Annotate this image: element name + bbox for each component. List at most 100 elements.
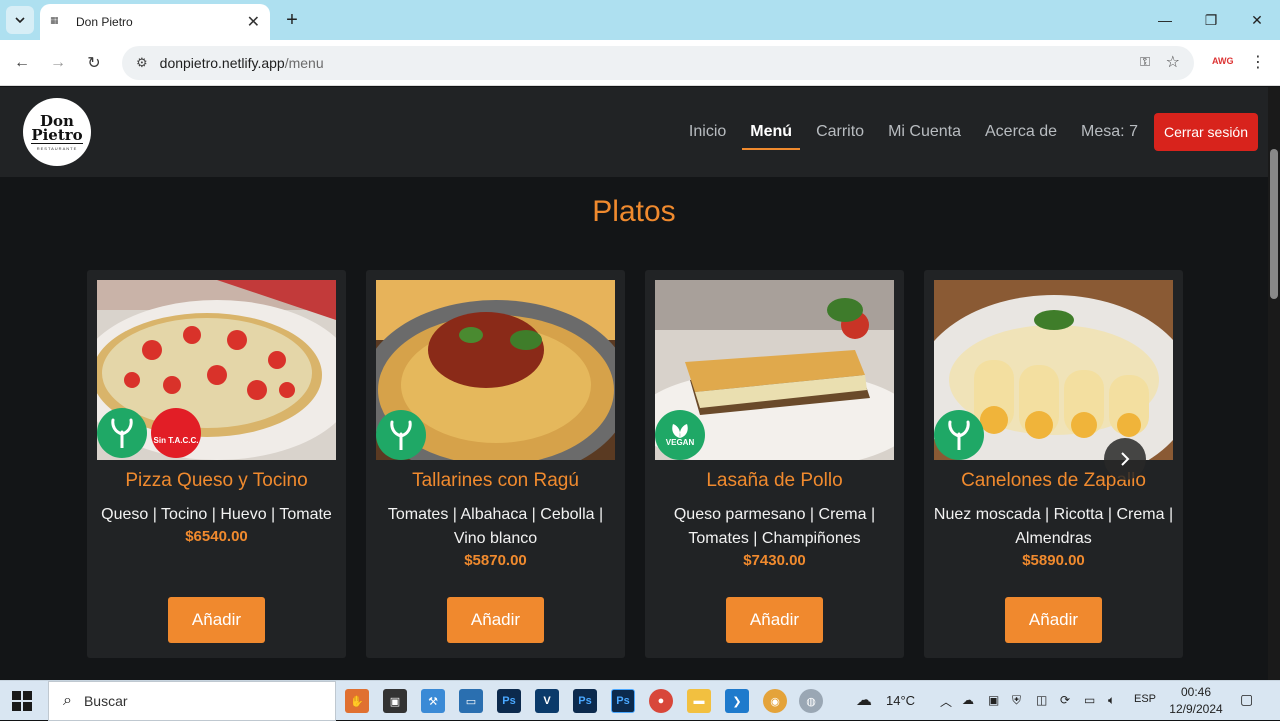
photoshop-icon-3[interactable]: Ps [611,689,635,713]
update-icon[interactable]: ⟳ [1060,693,1070,707]
app-icon-v[interactable]: V [535,689,559,713]
table-number: Mesa: 7 [1081,123,1138,140]
taskbar-clock[interactable]: 00:46 12/9/2024 [1168,684,1224,718]
site-info-icon[interactable]: ⚙ [136,55,148,71]
minimize-button[interactable]: — [1142,0,1188,40]
site-logo[interactable]: Don Pietro RESTAURANTE [23,98,91,166]
add-to-cart-button[interactable]: Añadir [1005,597,1102,643]
main-nav: Inicio Menú Carrito Mi Cuenta Acerca de … [677,87,1258,177]
app-icon-computer[interactable]: ▭ [459,689,483,713]
cloud-icon[interactable]: ☁ [962,693,974,707]
add-to-cart-button[interactable]: Añadir [726,597,823,643]
password-key-icon[interactable]: ⚿ [1140,54,1150,70]
windows-taskbar: ⌕ Buscar ✋ ▣ ⚒ ▭ Ps V Ps Ps ● ▬ ❯ ◉ ◍ ☁ … [0,680,1280,721]
clock-time: 00:46 [1180,685,1212,699]
close-tab-icon[interactable]: ✕ [247,12,260,32]
add-to-cart-button[interactable]: Añadir [168,597,265,643]
close-window-button[interactable]: ✕ [1234,0,1280,40]
search-icon: ⌕ [63,692,72,709]
dish-image-canelones [934,280,1173,460]
bookmark-star-icon[interactable]: ☆ [1166,52,1180,72]
dish-ingredients: Queso | Tocino | Huevo | Tomate $6540.00 [87,503,346,547]
clock-date: 12/9/2024 [1169,702,1223,716]
nav-mi-cuenta[interactable]: Mi Cuenta [888,123,961,141]
vegetarian-icon [934,410,984,460]
dish-image-pizza: Sin T.A.C.C. [97,280,336,460]
meet-icon[interactable]: ◫ [1036,693,1047,707]
photoshop-icon-2[interactable]: Ps [573,689,597,713]
dish-card: VEGAN Lasaña de Pollo Queso parmesano | … [645,270,904,658]
tab-search-button[interactable] [6,6,34,34]
url-host: donpietro.netlify.app [159,55,285,71]
browser-menu-icon[interactable]: ⋮ [1250,52,1266,72]
tray-chevron-icon[interactable]: ︿ [940,693,952,710]
app-icon-misc[interactable]: ◍ [799,689,823,713]
photoshop-icon[interactable]: Ps [497,689,521,713]
restore-button[interactable]: ❐ [1188,0,1234,40]
extension-icon[interactable]: AWG [1212,56,1234,66]
add-to-cart-button[interactable]: Añadir [447,597,544,643]
notifications-icon[interactable]: ▢ [1240,691,1253,708]
tab-title: Don Pietro [76,15,133,29]
site-header: Don Pietro RESTAURANTE Inicio Menú Carri… [0,87,1268,177]
language-indicator[interactable]: ESP [1134,693,1156,705]
ingredients-text: Queso parmesano | Crema | Tomates | Cham… [673,506,876,547]
dish-name: Pizza Queso y Tocino [125,470,308,491]
vegetarian-icon [97,408,147,458]
taskbar-search[interactable]: ⌕ Buscar [48,681,336,721]
dish-image-lasana: VEGAN [655,280,894,460]
windows-start-icon[interactable] [12,691,32,711]
app-icon-media[interactable]: ▣ [383,689,407,713]
vegetarian-icon [376,410,426,460]
vscode-icon[interactable]: ❯ [725,689,749,713]
page-scrollbar[interactable] [1268,87,1280,680]
dish-card: Tallarines con Ragú Tomates | Albahaca |… [366,270,625,658]
new-tab-button[interactable]: + [280,8,304,32]
dish-ingredients: Tomates | Albahaca | Cebolla | Vino blan… [366,503,625,571]
page-viewport: Don Pietro RESTAURANTE Inicio Menú Carri… [0,87,1268,680]
back-button[interactable]: ← [8,49,36,77]
dish-card: Sin T.A.C.C. Pizza Queso y Tocino Queso … [87,270,346,658]
chevron-down-icon [15,17,25,23]
nav-menu[interactable]: Menú [742,123,800,150]
dish-price: $6540.00 [185,528,248,545]
app-icon-tools[interactable]: ⚒ [421,689,445,713]
ingredients-text: Nuez moscada | Ricotta | Crema | Almendr… [933,506,1174,547]
chevron-right-icon [1121,452,1130,466]
chrome-icon[interactable]: ◉ [763,689,787,713]
nav-acerca-de[interactable]: Acerca de [985,123,1057,141]
chrome-profile-icon[interactable]: ● [649,689,673,713]
dish-price: $5870.00 [464,552,527,569]
browser-tab[interactable]: ▦ Don Pietro ✕ [40,4,270,40]
tray-app-icon[interactable]: ▣ [988,693,999,707]
dish-price: $7430.00 [743,552,806,569]
weather-temp[interactable]: 14°C [886,693,915,708]
nav-inicio[interactable]: Inicio [689,123,726,141]
forward-button[interactable]: → [44,49,72,77]
dish-image-tallarines [376,280,615,460]
reload-button[interactable]: ↻ [80,49,108,77]
file-explorer-icon[interactable]: ▬ [687,689,711,713]
dish-name: Tallarines con Ragú [412,470,579,491]
network-icon[interactable]: ▭ [1084,693,1095,707]
address-bar[interactable]: ⚙ donpietro.netlify.app/menu ⚿ ☆ [122,46,1194,80]
section-title: Platos [592,195,676,228]
nav-carrito[interactable]: Carrito [816,123,864,141]
volume-icon[interactable]: 🔈︎ [1108,693,1115,708]
weather-icon[interactable]: ☁ [856,690,872,710]
ingredients-text: Tomates | Albahaca | Cebolla | Vino blan… [387,506,604,547]
browser-tab-bar: ▦ Don Pietro ✕ + — ❐ ✕ [0,0,1280,40]
dish-name: Lasaña de Pollo [706,470,843,491]
gluten-free-label: Sin T.A.C.C. [153,435,199,445]
search-placeholder: Buscar [83,693,128,709]
vegan-label: VEGAN [665,437,695,447]
carousel-next-button[interactable] [1104,438,1146,480]
scrollbar-thumb[interactable] [1270,149,1278,299]
url-path: /menu [284,55,324,71]
logout-button[interactable]: Cerrar sesión [1153,113,1258,151]
ingredients-text: Queso | Tocino | Huevo | Tomate [101,506,332,523]
logo-text-line2: Pietro [31,125,83,144]
security-icon[interactable]: ⛨ [1012,693,1021,708]
gluten-free-icon: Sin T.A.C.C. [151,408,201,458]
app-icon-pets[interactable]: ✋ [345,689,369,713]
